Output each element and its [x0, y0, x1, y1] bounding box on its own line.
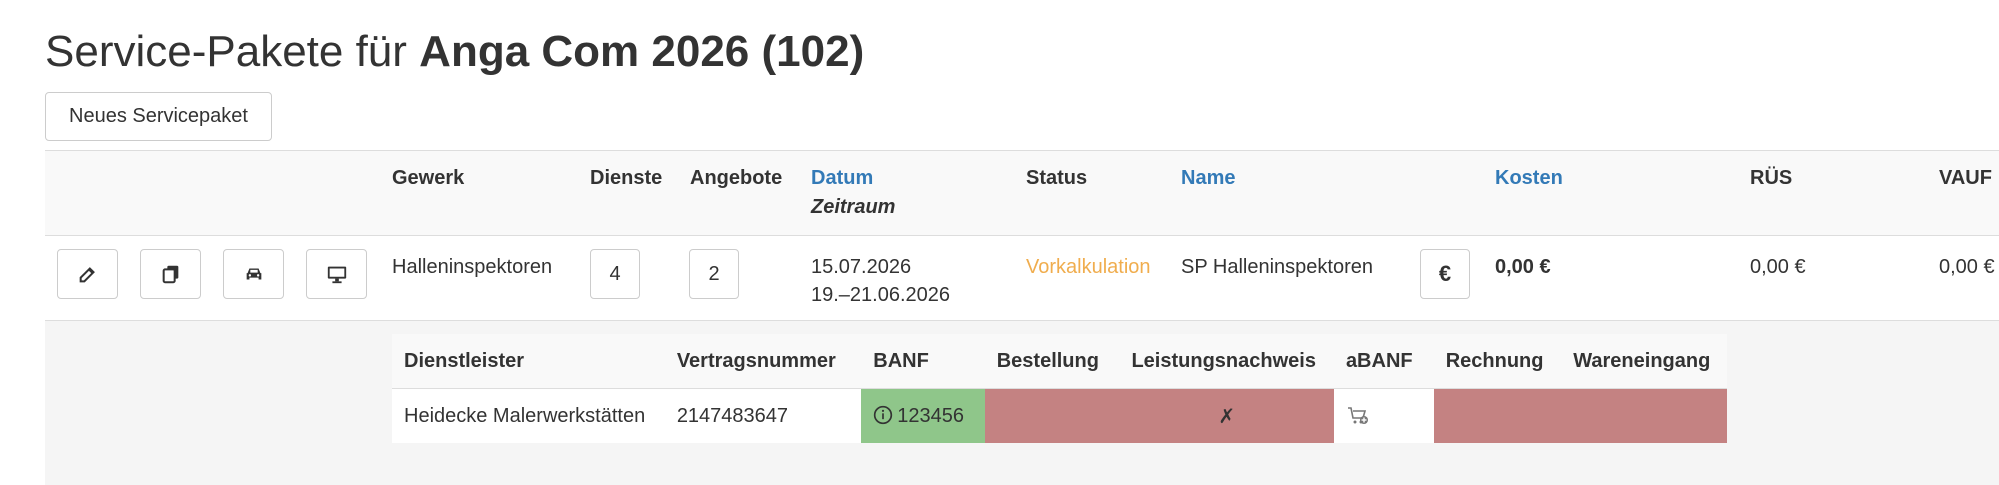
cell-kosten: 0,00 € [1495, 256, 1551, 278]
cell-leistungsnachweis: ✗ [1119, 388, 1334, 443]
header-leistungsnachweis: Leistungsnachweis [1119, 334, 1334, 389]
cell-datum-date: 15.07.2026 [811, 256, 912, 278]
cell-banf[interactable]: 123456 [861, 388, 985, 443]
status-badge: Vorkalkulation [1026, 256, 1151, 278]
missing-mark: ✗ [1218, 405, 1236, 428]
new-service-package-button[interactable]: Neues Servicepaket [45, 92, 272, 141]
cell-datum: 15.07.2026 19.–21.06.2026 [811, 253, 950, 309]
banf-number: 123456 [897, 404, 965, 427]
header-rechnung: Rechnung [1433, 334, 1562, 389]
table-header-row: Gewerk Dienste Angebote Datum Zeitraum S… [45, 150, 1999, 236]
cell-vauf: 0,00 € [1939, 256, 1995, 278]
page-title-event: Anga Com 2026 (102) [419, 27, 865, 76]
service-package-table: Gewerk Dienste Angebote Datum Zeitraum S… [45, 150, 1999, 485]
page-title-prefix: Service-Pakete für [45, 27, 407, 76]
edit-icon [79, 267, 95, 283]
info-icon [874, 405, 893, 424]
header-rues: RÜS [1750, 167, 1793, 189]
header-zeitraum: Zeitraum [811, 196, 896, 218]
cell-zeitraum: 19.–21.06.2026 [811, 284, 951, 306]
sort-kosten-link[interactable]: Kosten [1495, 167, 1563, 190]
header-wareneingang: Wareneingang [1561, 334, 1727, 389]
header-dienste: Dienste [590, 167, 663, 189]
car-icon [246, 268, 261, 280]
cart-plus-icon [1347, 407, 1368, 424]
header-status: Status [1026, 167, 1088, 189]
vehicle-button[interactable] [223, 249, 284, 299]
header-vauf: VAUF [1939, 167, 1992, 189]
cell-abanf[interactable] [1333, 388, 1434, 443]
detail-area: Dienstleister Vertragsnummer BANF Bestel… [45, 321, 1999, 485]
header-gewerk: Gewerk [392, 167, 465, 189]
angebote-count-button[interactable]: 2 [689, 249, 739, 299]
dienste-count-button[interactable]: 4 [590, 249, 640, 299]
edit-button[interactable] [57, 249, 118, 299]
sort-name-link[interactable]: Name [1181, 167, 1235, 190]
display-button[interactable] [306, 249, 367, 299]
header-bestellung: Bestellung [984, 334, 1120, 389]
header-angebote: Angebote [690, 167, 783, 189]
page-title: Service-Pakete für Anga Com 2026 (102) [45, 22, 864, 82]
copy-button[interactable] [140, 249, 201, 299]
cell-gewerk: Halleninspektoren [392, 256, 553, 278]
cell-wareneingang [1561, 388, 1727, 443]
cell-name: SP Halleninspektoren [1181, 256, 1373, 278]
cell-rechnung [1433, 388, 1562, 443]
header-dienstleister: Dienstleister [392, 334, 665, 389]
header-vertragsnummer: Vertragsnummer [664, 334, 862, 389]
monitor-icon [327, 266, 346, 284]
cell-bestellung [984, 388, 1120, 443]
provider-table-header: Dienstleister Vertragsnummer BANF Bestel… [392, 334, 1727, 389]
header-abanf: aBANF [1333, 334, 1434, 389]
table-row: Halleninspektoren 4 2 15.07.2026 19.–21.… [45, 236, 1999, 321]
header-datum-column: Datum Zeitraum [811, 167, 895, 219]
euro-icon: € [1438, 261, 1452, 286]
costs-button[interactable]: € [1420, 249, 1470, 299]
cell-rues: 0,00 € [1750, 256, 1806, 278]
header-banf: BANF [861, 334, 985, 389]
copy-icon [162, 265, 178, 284]
provider-table: Dienstleister Vertragsnummer BANF Bestel… [392, 334, 1727, 443]
cell-vertragsnummer: 2147483647 [676, 404, 789, 427]
sort-datum-link[interactable]: Datum [811, 167, 873, 189]
list-item: Heidecke Malerwerkstätten 2147483647 123… [392, 388, 1727, 443]
cell-dienstleister: Heidecke Malerwerkstätten [404, 404, 646, 427]
